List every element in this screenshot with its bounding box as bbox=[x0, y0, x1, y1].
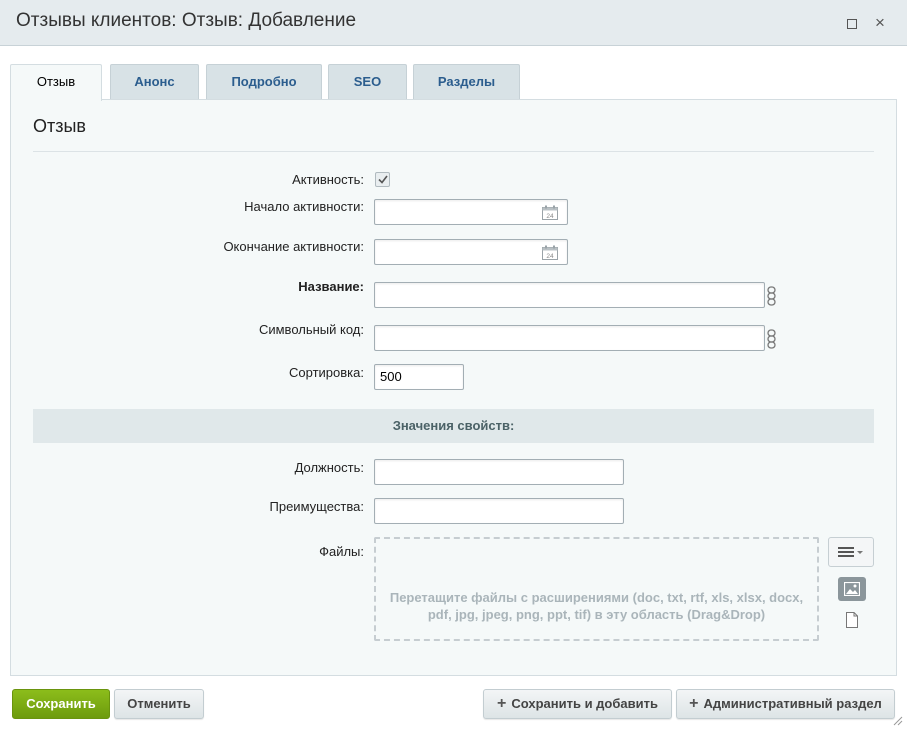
svg-text:24: 24 bbox=[546, 253, 554, 260]
files-label: Файлы: bbox=[319, 544, 364, 559]
position-label: Должность: bbox=[294, 460, 364, 475]
active-to-label: Окончание активности: bbox=[223, 239, 364, 254]
dialog-titlebar: Отзывы клиентов: Отзыв: Добавление × bbox=[0, 0, 907, 46]
file-menu-button[interactable] bbox=[828, 537, 874, 567]
calendar-icon[interactable]: 24 bbox=[542, 245, 558, 260]
close-icon[interactable]: × bbox=[871, 14, 889, 32]
tab-seo[interactable]: SEO bbox=[328, 64, 407, 99]
section-divider bbox=[33, 151, 874, 152]
code-input[interactable] bbox=[374, 325, 765, 351]
plus-icon: + bbox=[689, 695, 699, 712]
admin-section-button[interactable]: + Административный раздел bbox=[676, 689, 895, 719]
sort-label: Сортировка: bbox=[289, 365, 364, 380]
add-image-button[interactable] bbox=[838, 577, 866, 601]
add-file-button[interactable] bbox=[845, 612, 859, 628]
tab-sections[interactable]: Разделы bbox=[413, 64, 520, 99]
save-and-add-label: Сохранить и добавить bbox=[511, 696, 658, 711]
position-input[interactable] bbox=[374, 459, 624, 485]
name-label: Название: bbox=[298, 279, 364, 294]
resize-grip-icon[interactable] bbox=[893, 716, 903, 726]
plus-icon: + bbox=[497, 695, 507, 712]
file-dropzone[interactable]: Перетащите файлы с расширениями (doc, tx… bbox=[374, 537, 819, 641]
check-icon bbox=[378, 175, 388, 184]
advantages-label: Преимущества: bbox=[269, 499, 365, 514]
calendar-icon[interactable]: 24 bbox=[542, 205, 558, 220]
properties-header: Значения свойств: bbox=[33, 409, 874, 443]
menu-icon bbox=[838, 547, 863, 557]
advantages-input[interactable] bbox=[374, 498, 624, 524]
tab-details[interactable]: Подробно bbox=[206, 64, 322, 99]
link-chain-icon[interactable] bbox=[767, 329, 776, 349]
name-input[interactable] bbox=[374, 282, 765, 308]
active-from-label: Начало активности: bbox=[244, 199, 364, 214]
code-label: Символьный код: bbox=[258, 322, 364, 337]
dropzone-text: Перетащите файлы с расширениями (doc, tx… bbox=[389, 590, 804, 622]
maximize-icon[interactable] bbox=[843, 14, 861, 32]
sort-input[interactable]: 500 bbox=[374, 364, 464, 390]
link-chain-icon[interactable] bbox=[767, 286, 776, 306]
active-to-input[interactable]: 24 bbox=[374, 239, 568, 265]
save-button[interactable]: Сохранить bbox=[12, 689, 110, 719]
tab-announce[interactable]: Анонс bbox=[110, 64, 199, 99]
save-and-add-button[interactable]: + Сохранить и добавить bbox=[483, 689, 672, 719]
form-panel: Отзыв Активность: Начало активности: 24 … bbox=[10, 99, 897, 676]
cancel-button[interactable]: Отменить bbox=[114, 689, 204, 719]
active-label: Активность: bbox=[292, 172, 364, 187]
dialog-title: Отзывы клиентов: Отзыв: Добавление bbox=[16, 10, 357, 31]
admin-section-label: Административный раздел bbox=[703, 696, 882, 711]
active-from-input[interactable]: 24 bbox=[374, 199, 568, 225]
active-checkbox[interactable] bbox=[375, 172, 390, 187]
svg-text:24: 24 bbox=[546, 213, 554, 220]
section-title: Отзыв bbox=[33, 116, 86, 136]
tab-review[interactable]: Отзыв bbox=[10, 64, 102, 101]
file-icon bbox=[846, 612, 858, 628]
image-icon bbox=[844, 582, 860, 596]
